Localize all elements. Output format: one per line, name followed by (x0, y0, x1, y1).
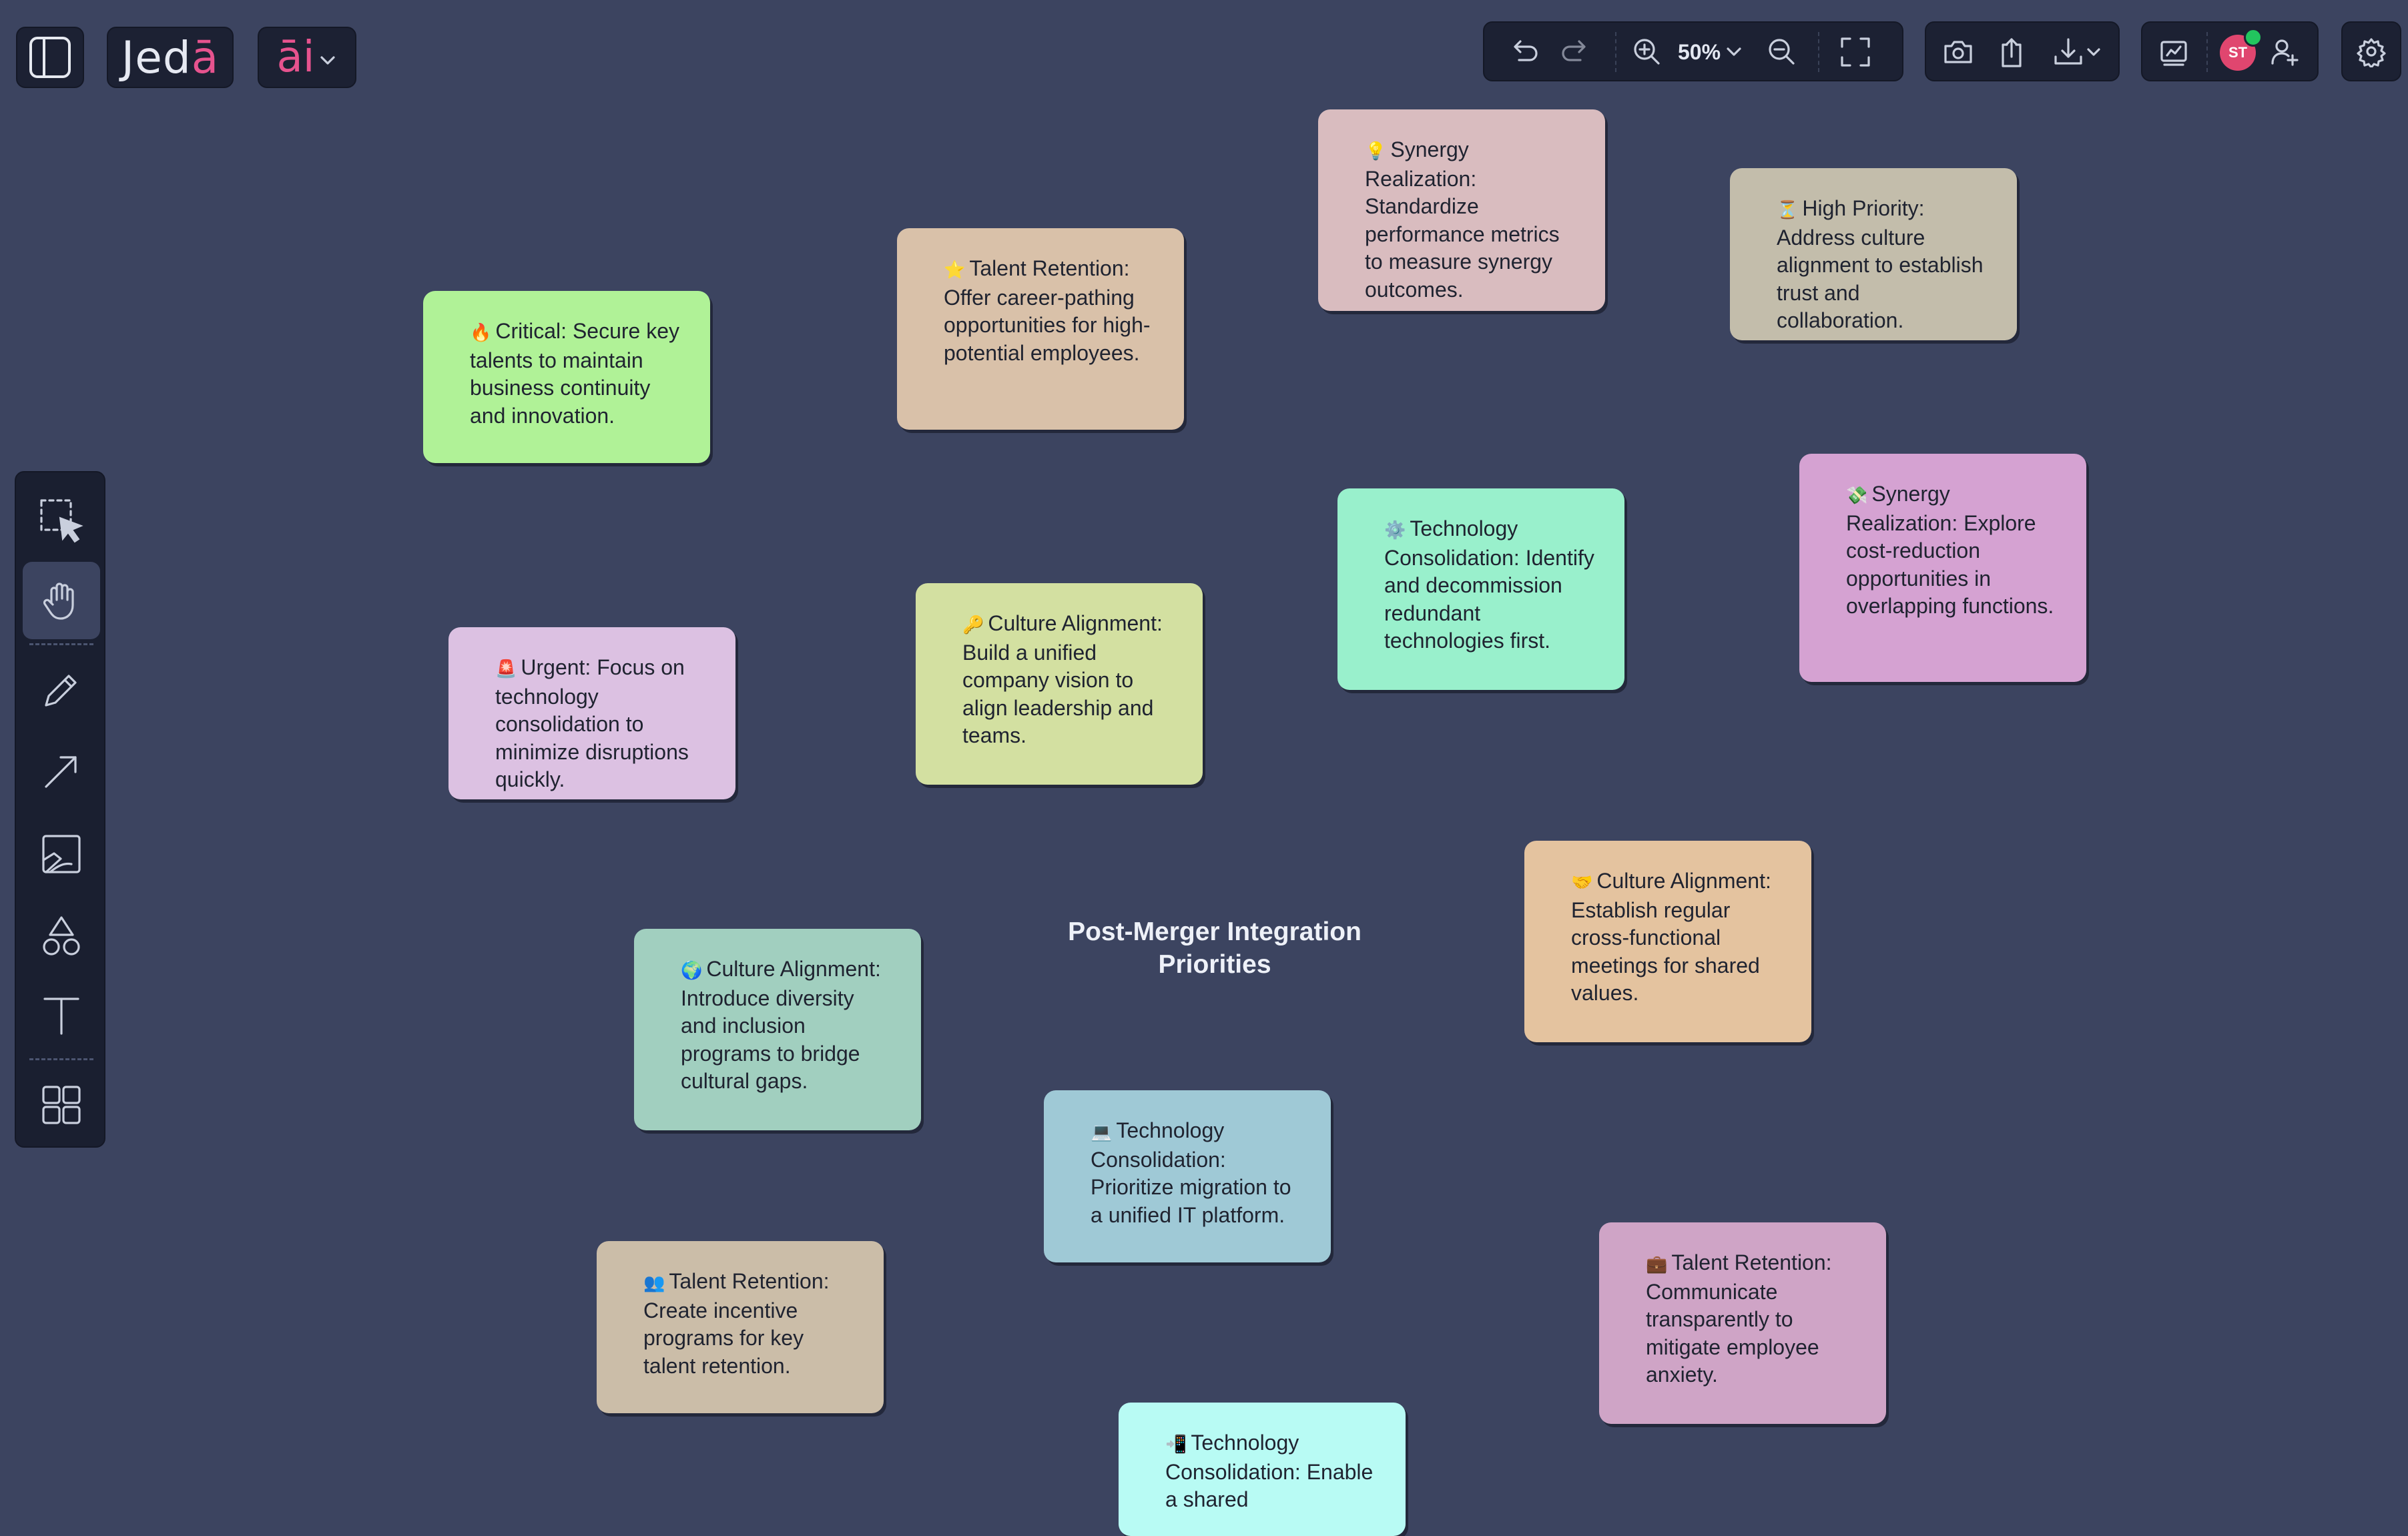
zoom-level-text: 50% (1677, 39, 1721, 64)
camera-icon (1944, 41, 1972, 63)
present-icon (2160, 41, 2187, 66)
note-emoji: 💼 (1646, 1254, 1668, 1274)
hand-tool[interactable] (23, 562, 100, 639)
note-emoji: 💸 (1846, 485, 1868, 505)
sticky-note[interactable]: 📲 Technology Consolidation: Enable a shar… (1119, 1403, 1406, 1536)
canvas-title[interactable]: Post-Merger Integration Priorities (1041, 915, 1388, 981)
selection-icon (40, 499, 83, 543)
download-button[interactable] (2044, 32, 2110, 72)
note-text: Technology Consolidation: Enable a share… (1165, 1431, 1374, 1511)
note-text: Talent Retention: Offer career-pathing o… (944, 256, 1151, 365)
note-text: Talent Retention: Communicate transparen… (1646, 1250, 1832, 1387)
sticky-note[interactable]: ⭐ Talent Retention: Offer career-pathing … (897, 228, 1184, 430)
note-emoji: 🔥 (470, 322, 492, 342)
chevron-down-icon (1727, 47, 1741, 56)
jeda-logo: Jedā (121, 31, 220, 83)
note-emoji: 🔑 (962, 615, 984, 635)
chevron-down-icon (320, 56, 335, 65)
hand-icon (43, 583, 74, 620)
collaboration-toolbar: ST (2141, 21, 2319, 81)
fit-screen-button[interactable] (1835, 32, 1875, 72)
shapes-tool[interactable] (23, 897, 100, 974)
text-icon (43, 998, 79, 1035)
sidebar-toggle-button[interactable] (16, 27, 84, 88)
undo-button[interactable] (1504, 32, 1544, 72)
sticky-note[interactable]: ⚙️ Technology Consolidation: Identify and… (1337, 488, 1624, 690)
note-text: Culture Alignment: Introduce diversity a… (681, 957, 881, 1093)
sticky-note[interactable]: 💡 Synergy Realization: Standardize perfor… (1318, 109, 1605, 311)
ai-logo: āi (276, 33, 315, 82)
add-user-icon (2271, 39, 2299, 66)
jeda-logo-button[interactable]: Jedā (107, 27, 234, 88)
ai-menu-button[interactable]: āi (258, 27, 356, 88)
note-emoji: 🤝 (1571, 872, 1593, 892)
gear-icon (2357, 38, 2386, 67)
settings-button[interactable] (2341, 21, 2401, 81)
sticky-note[interactable]: 💸 Synergy Realization: Explore cost-reduc… (1799, 454, 2086, 682)
note-emoji: 🚨 (495, 659, 517, 679)
note-text: Culture Alignment: Build a unified compa… (962, 611, 1163, 747)
note-text: High Priority: Address culture alignment… (1777, 196, 1984, 332)
fit-screen-icon (1841, 37, 1870, 67)
zoom-in-icon (1634, 39, 1660, 65)
tool-palette (15, 471, 105, 1148)
sticky-note[interactable]: 🔑 Culture Alignment: Build a unified comp… (916, 583, 1203, 785)
zoom-in-button[interactable] (1627, 32, 1667, 72)
image-icon (42, 835, 81, 873)
note-text: Technology Consolidation: Identify and d… (1384, 516, 1594, 653)
undo-icon (1514, 40, 1538, 61)
note-text: Culture Alignment: Establish regular cro… (1571, 869, 1771, 1005)
pencil-icon (45, 675, 77, 707)
zoom-out-icon (1769, 39, 1795, 65)
zoom-out-button[interactable] (1762, 32, 1802, 72)
note-emoji: ⚙️ (1384, 520, 1406, 540)
sticky-note[interactable]: 🤝 Culture Alignment: Establish regular cr… (1524, 841, 1811, 1042)
present-button[interactable] (2154, 32, 2194, 72)
note-emoji: ⭐ (944, 260, 966, 280)
note-emoji: 💡 (1365, 141, 1387, 161)
note-text: Technology Consolidation: Prioritize mig… (1091, 1118, 1291, 1227)
note-emoji: 👥 (643, 1272, 665, 1292)
upload-icon (2002, 38, 2022, 67)
online-status-indicator (2244, 28, 2263, 47)
grid-icon (42, 1086, 81, 1124)
invite-user-button[interactable] (2265, 32, 2305, 72)
redo-icon (1562, 40, 1586, 61)
sticky-note[interactable]: 🔥 Critical: Secure key talents to maintai… (423, 291, 710, 463)
select-tool[interactable] (23, 482, 100, 559)
sticky-note[interactable]: 💻 Technology Consolidation: Prioritize mi… (1044, 1090, 1331, 1262)
note-emoji: 💻 (1091, 1122, 1113, 1142)
chevron-down-icon (2087, 48, 2100, 56)
arrow-tool[interactable] (23, 733, 100, 810)
note-text: Synergy Realization: Standardize perform… (1365, 137, 1560, 302)
sticky-note[interactable]: ⏳ High Priority: Address culture alignmen… (1730, 168, 2017, 340)
sticky-note[interactable]: 👥 Talent Retention: Create incentive prog… (597, 1241, 884, 1413)
shapes-icon (43, 916, 80, 955)
arrow-icon (45, 756, 77, 788)
templates-tool[interactable] (23, 1066, 100, 1144)
image-tool[interactable] (23, 815, 100, 893)
export-toolbar (1925, 21, 2120, 81)
share-button[interactable] (1992, 32, 2032, 72)
redo-button[interactable] (1555, 32, 1595, 72)
sticky-note[interactable]: 💼 Talent Retention: Communicate transpare… (1599, 1222, 1886, 1424)
sidebar-toggle-icon (29, 37, 71, 78)
note-emoji: 🌍 (681, 960, 703, 980)
note-text: Urgent: Focus on technology consolidatio… (495, 655, 689, 791)
history-zoom-toolbar: 50% (1483, 21, 1903, 81)
text-tool[interactable] (23, 977, 100, 1054)
note-emoji: 📲 (1165, 1434, 1187, 1454)
pen-tool[interactable] (23, 651, 100, 729)
screenshot-button[interactable] (1938, 32, 1978, 72)
note-text: Synergy Realization: Explore cost-reduct… (1846, 482, 2054, 618)
note-emoji: ⏳ (1777, 200, 1799, 220)
note-text: Talent Retention: Create incentive progr… (643, 1269, 830, 1378)
sticky-note[interactable]: 🚨 Urgent: Focus on technology consolidati… (448, 627, 735, 799)
sticky-note[interactable]: 🌍 Culture Alignment: Introduce diversity … (634, 929, 921, 1130)
zoom-level-dropdown[interactable]: 50% (1674, 32, 1747, 72)
note-text: Critical: Secure key talents to maintain… (470, 319, 680, 428)
download-icon (2054, 38, 2082, 65)
